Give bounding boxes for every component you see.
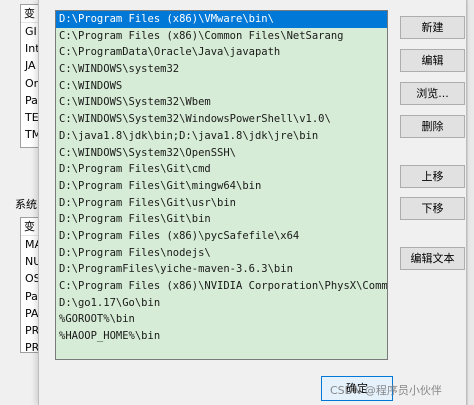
path-entry[interactable]: C:\ProgramData\Oracle\Java\javapath (56, 44, 387, 61)
move-down-button[interactable]: 下移 (400, 197, 465, 220)
parent-dialog-edge (467, 0, 474, 405)
path-entry[interactable]: C:\Program Files (x86)\NVIDIA Corporatio… (56, 278, 387, 295)
path-entry[interactable]: D:\go1.17\Go\bin (56, 295, 387, 312)
path-entries-list[interactable]: D:\Program Files (x86)\VMware\bin\ C:\Pro… (55, 10, 388, 360)
new-button[interactable]: 新建 (400, 16, 465, 39)
path-entry[interactable]: %GOROOT%\bin (56, 311, 387, 328)
delete-button[interactable]: 删除 (400, 115, 465, 138)
path-entry[interactable]: D:\Program Files (x86)\VMware\bin\ (56, 11, 387, 28)
path-entry[interactable]: D:\java1.8\jdk\bin;D:\java1.8\jdk\jre\bi… (56, 128, 387, 145)
path-entry[interactable]: D:\Program Files (x86)\pycSafefile\x64 (56, 228, 387, 245)
browse-button[interactable]: 浏览... (400, 82, 465, 105)
path-entry[interactable]: %HAOOP_HOME%\bin (56, 328, 387, 345)
path-entry[interactable]: C:\WINDOWS\system32 (56, 61, 387, 78)
path-entry[interactable]: D:\Program Files\Git\cmd (56, 161, 387, 178)
path-entry[interactable]: D:\ProgramFiles\yiche-maven-3.6.3\bin (56, 261, 387, 278)
edit-text-button[interactable]: 编辑文本 (400, 247, 465, 270)
edit-button[interactable]: 编辑 (400, 49, 465, 72)
path-entry[interactable]: D:\Program Files\Git\bin (56, 211, 387, 228)
path-entry[interactable]: C:\WINDOWS\System32\Wbem (56, 94, 387, 111)
path-entry[interactable]: D:\Program Files\nodejs\ (56, 245, 387, 262)
path-entry[interactable]: C:\WINDOWS\System32\OpenSSH\ (56, 145, 387, 162)
path-entry[interactable]: C:\Program Files (x86)\Common Files\NetS… (56, 28, 387, 45)
csdn-watermark: CSDN @程序员小伙伴 (330, 384, 442, 397)
move-up-button[interactable]: 上移 (400, 165, 465, 188)
path-entry[interactable]: C:\WINDOWS (56, 78, 387, 95)
system-variables-label: 系统 (15, 198, 37, 211)
path-entry[interactable]: C:\WINDOWS\System32\WindowsPowerShell\v1… (56, 111, 387, 128)
path-entry[interactable]: D:\Program Files\Git\usr\bin (56, 195, 387, 212)
edit-environment-variable-dialog: D:\Program Files (x86)\VMware\bin\ C:\Pro… (38, 0, 467, 405)
path-entry[interactable]: D:\Program Files\Git\mingw64\bin (56, 178, 387, 195)
